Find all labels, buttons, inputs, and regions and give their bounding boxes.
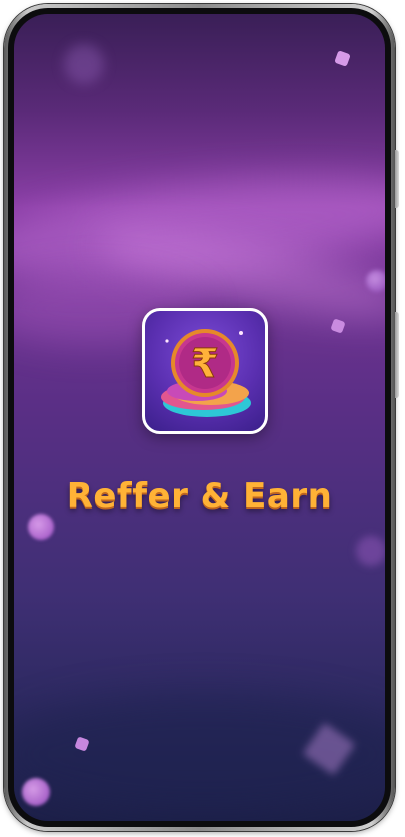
decorative-cube xyxy=(334,50,351,67)
phone-frame: ₹ Reffer & Earn xyxy=(4,4,399,831)
decorative-cube xyxy=(330,318,346,334)
splash-screen: ₹ Reffer & Earn xyxy=(14,14,385,821)
rupee-symbol: ₹ xyxy=(191,341,219,387)
power-button xyxy=(395,312,399,398)
decorative-bubble xyxy=(64,44,104,84)
app-logo: ₹ xyxy=(142,308,268,434)
decorative-bubble xyxy=(22,778,50,806)
decorative-bubble xyxy=(366,270,385,292)
decorative-bubble xyxy=(356,536,385,566)
rupee-coin-icon: ₹ xyxy=(161,329,251,417)
volume-button xyxy=(395,150,399,208)
decorative-bubble xyxy=(28,514,54,540)
app-title: Reffer & Earn xyxy=(66,476,333,516)
